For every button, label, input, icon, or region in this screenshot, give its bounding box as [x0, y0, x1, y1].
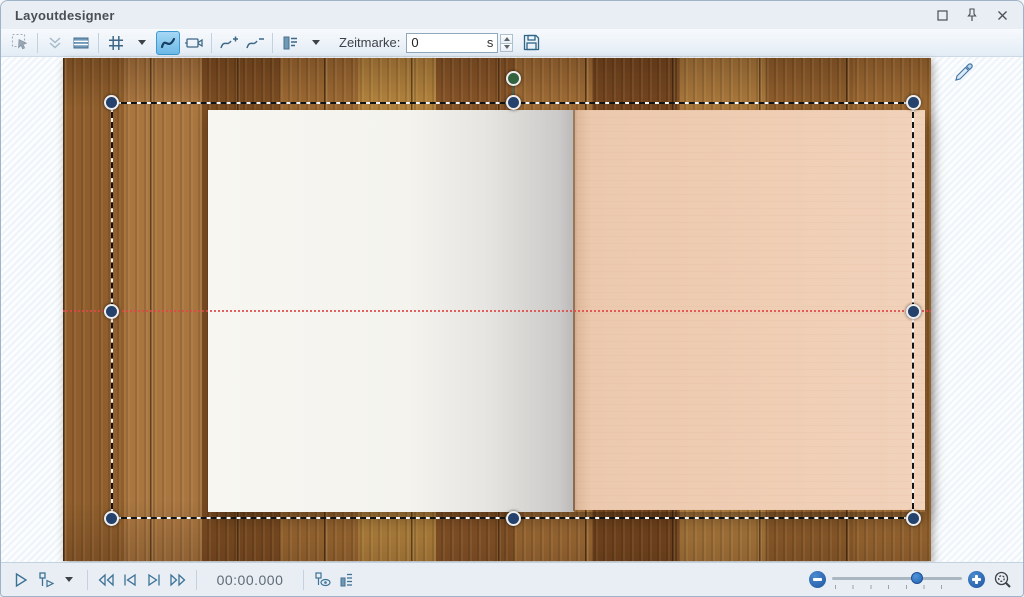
save-icon: [522, 33, 541, 52]
zoom-out-button[interactable]: [809, 571, 826, 588]
design-canvas[interactable]: [1, 57, 1023, 564]
resize-handle-top-right[interactable]: [906, 95, 921, 110]
close-window-button[interactable]: [991, 5, 1013, 25]
toolbar-separator: [98, 33, 99, 53]
chevron-down-icon: [312, 40, 320, 45]
play-from-marker-dropdown-button[interactable]: [58, 567, 80, 593]
skip-forward-button[interactable]: [167, 567, 189, 593]
spinner-up-button[interactable]: [500, 34, 513, 43]
resize-handle-top-left[interactable]: [104, 95, 119, 110]
select-tool-button[interactable]: [8, 31, 32, 55]
column-view-dropdown-button[interactable]: [304, 31, 328, 55]
play-button[interactable]: [10, 567, 32, 593]
resize-handle-middle-right[interactable]: [906, 304, 921, 319]
skip-forward-icon: [168, 571, 188, 589]
zoom-in-button[interactable]: [968, 571, 985, 588]
rotation-handle[interactable]: [506, 71, 521, 86]
zoom-slider-thumb[interactable]: [911, 572, 923, 584]
zoom-fit-button[interactable]: [992, 567, 1014, 593]
next-frame-icon: [145, 571, 163, 589]
marker-visibility-button[interactable]: [311, 567, 333, 593]
bottombar-separator: [303, 570, 304, 590]
edit-pencil-icon: [951, 59, 975, 83]
play-icon: [12, 571, 30, 589]
resize-handle-top-center[interactable]: [506, 95, 521, 110]
close-icon: [997, 10, 1008, 21]
layoutdesigner-window: Layoutdesigner: [0, 0, 1024, 597]
grid-icon: [107, 34, 125, 52]
main-toolbar: Zeitmarke: s: [1, 29, 1023, 57]
pin-window-button[interactable]: [961, 5, 983, 25]
zoom-slider-track[interactable]: [832, 577, 962, 580]
zoom-controls: [809, 567, 1015, 593]
chevron-down-icon: [65, 577, 73, 582]
column-view-icon: [281, 34, 299, 52]
zoom-slider-ticks: [835, 585, 959, 589]
play-from-marker-button[interactable]: [34, 567, 56, 593]
zeitmarke-spinner: [500, 34, 513, 52]
window-title: Layoutdesigner: [1, 8, 115, 23]
resize-handle-middle-left[interactable]: [104, 304, 119, 319]
resize-handle-bottom-right[interactable]: [906, 511, 921, 526]
skip-backward-button[interactable]: [95, 567, 117, 593]
zeitmarke-inputbox: s: [406, 33, 498, 53]
timeline-levels-button[interactable]: [335, 567, 357, 593]
curve-tool-button[interactable]: [156, 31, 180, 55]
collapse-panel-button[interactable]: [43, 31, 67, 55]
plus-icon: [972, 575, 981, 584]
grid-button[interactable]: [104, 31, 128, 55]
camera-keyframe-button[interactable]: [182, 31, 206, 55]
resize-handle-bottom-center[interactable]: [506, 511, 521, 526]
toolbar-separator: [37, 33, 38, 53]
zeitmarke-input[interactable]: [407, 35, 485, 50]
curve-minus-icon: [245, 34, 265, 52]
minus-icon: [813, 578, 822, 581]
grid-dropdown-button[interactable]: [130, 31, 154, 55]
float-window-button[interactable]: [931, 5, 953, 25]
play-from-marker-icon: [36, 571, 55, 589]
title-bar: Layoutdesigner: [1, 1, 1023, 29]
zoom-slider[interactable]: [832, 569, 962, 591]
float-window-icon: [937, 10, 948, 21]
time-display: 00:00.000: [211, 572, 289, 588]
save-button[interactable]: [519, 31, 543, 55]
layers-button[interactable]: [69, 31, 93, 55]
column-view-button[interactable]: [278, 31, 302, 55]
playback-bar: 00:00.000: [1, 562, 1023, 596]
toolbar-separator: [272, 33, 273, 53]
skip-backward-icon: [96, 571, 116, 589]
zeitmarke-unit: s: [485, 35, 498, 50]
selection-frame[interactable]: [111, 102, 914, 519]
select-tool-icon: [11, 33, 30, 52]
remove-curve-point-button[interactable]: [243, 31, 267, 55]
resize-handle-bottom-left[interactable]: [104, 511, 119, 526]
layers-icon: [72, 34, 90, 52]
bottombar-separator: [87, 570, 88, 590]
spinner-down-button[interactable]: [500, 43, 513, 52]
curve-plus-icon: [219, 34, 239, 52]
zeitmarke-label: Zeitmarke:: [339, 35, 400, 50]
previous-frame-button[interactable]: [119, 567, 141, 593]
bottombar-separator: [196, 570, 197, 590]
marker-eye-icon: [313, 571, 332, 589]
pin-icon: [966, 8, 978, 22]
camera-icon: [184, 34, 204, 52]
double-chevron-down-icon: [46, 34, 64, 52]
zoom-fit-icon: [993, 570, 1013, 590]
toolbar-separator: [211, 33, 212, 53]
chevron-down-icon: [138, 40, 146, 45]
curve-icon: [158, 33, 178, 53]
previous-frame-icon: [121, 571, 139, 589]
next-frame-button[interactable]: [143, 567, 165, 593]
add-curve-point-button[interactable]: [217, 31, 241, 55]
window-controls: [931, 5, 1023, 25]
timeline-levels-icon: [337, 571, 355, 589]
